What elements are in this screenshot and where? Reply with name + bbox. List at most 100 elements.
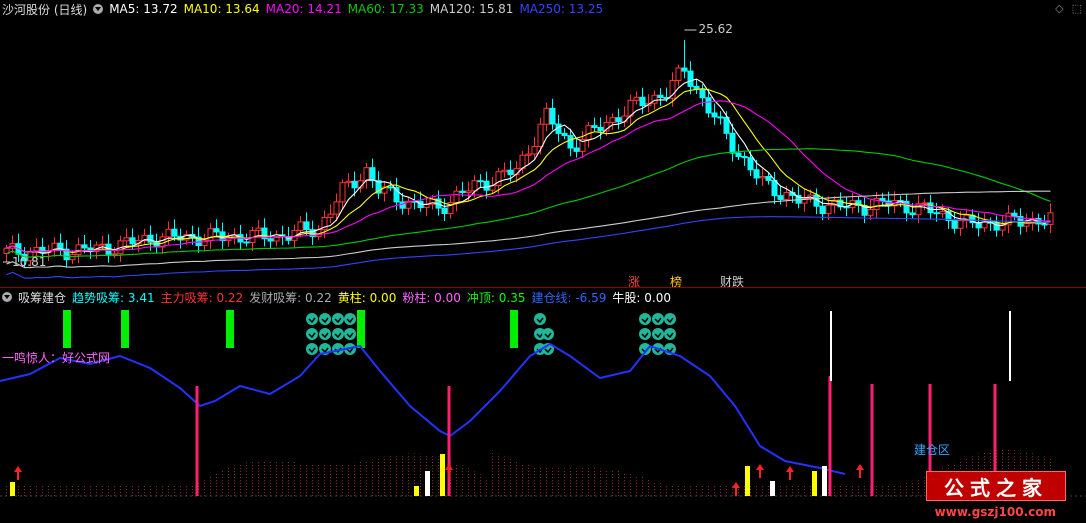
signal-circle-icon — [306, 343, 318, 355]
accumulation-line — [0, 342, 846, 475]
ma-legend-item: MA120: 15.81 — [429, 2, 514, 16]
indicator-legend: 趋势吸筹: 3.41 主力吸筹: 0.22 发财吸筹: 0.22 黄柱: 0.00 粉柱… — [72, 289, 677, 306]
up-arrow-icon — [786, 466, 794, 480]
candle — [561, 128, 568, 140]
candle — [867, 199, 874, 220]
bottom-bar — [425, 471, 430, 496]
indicator-title[interactable]: 吸筹建仓 — [18, 289, 66, 306]
candle — [993, 215, 1000, 237]
candle — [951, 211, 958, 234]
candle — [267, 231, 274, 249]
signal-circle-icon — [332, 313, 344, 325]
candle — [357, 173, 364, 193]
annotation-left: 一鸣惊人：好公式网 — [2, 350, 110, 365]
ma-legend-item: MA10: 13.64 — [183, 2, 260, 16]
green-bar — [357, 310, 365, 348]
candle — [381, 181, 388, 202]
candle — [903, 194, 910, 222]
ma5-line — [6, 78, 1051, 254]
signal-circle-icon — [306, 313, 318, 325]
indicator-circle-icon[interactable] — [2, 292, 12, 302]
candle — [141, 228, 148, 245]
signal-circle-icon — [639, 328, 651, 340]
indicator-legend-item: 建仓线: -6.59 — [531, 290, 607, 305]
candle — [9, 235, 16, 253]
stock-title[interactable]: 沙河股份 (日线) — [2, 1, 87, 18]
signal-circle-icon — [652, 313, 664, 325]
candle — [453, 185, 460, 212]
candle — [255, 220, 262, 236]
candle — [1029, 211, 1036, 231]
signal-circle-icon — [332, 328, 344, 340]
indicator-legend-item: 冲顶: 0.35 — [466, 290, 526, 305]
candle — [99, 235, 106, 251]
low-label: 10.81 — [12, 255, 46, 269]
candle — [681, 39, 688, 79]
candle — [987, 217, 994, 231]
candle — [1011, 209, 1018, 221]
candle — [759, 168, 766, 187]
candle — [801, 188, 808, 212]
candle — [369, 158, 376, 188]
candle — [213, 219, 220, 236]
candle — [435, 190, 442, 216]
candle — [375, 171, 382, 199]
candle — [741, 152, 748, 166]
candle — [231, 227, 238, 245]
candle — [657, 88, 664, 106]
indicator-legend-item: 趋势吸筹: 3.41 — [72, 290, 155, 305]
signal-circle-icon — [306, 328, 318, 340]
candle — [309, 220, 316, 245]
signal-circle-icon — [319, 328, 331, 340]
candle — [957, 211, 964, 236]
candle — [243, 233, 250, 247]
dropdown-circle-icon[interactable] — [93, 4, 104, 14]
diamond-icon[interactable]: ◇ — [1055, 2, 1063, 15]
signal-circle-icon — [319, 313, 331, 325]
candle — [363, 162, 370, 189]
candle — [771, 171, 778, 205]
indicator-chart[interactable]: 一鸣惊人：好公式网建仓区 — [0, 306, 1086, 523]
green-bar — [510, 310, 518, 348]
candle — [543, 102, 550, 132]
candle — [639, 87, 646, 114]
candle — [1005, 205, 1012, 234]
signal-circle-icon — [639, 313, 651, 325]
expand-icon[interactable]: ⬚ — [1072, 2, 1082, 15]
green-bar — [121, 310, 129, 348]
signal-circle-icon — [652, 328, 664, 340]
candle — [351, 171, 358, 197]
window-controls: ◇ ⬚ — [1055, 2, 1082, 15]
signal-circle-icon — [664, 313, 676, 325]
candle — [285, 226, 292, 245]
candle — [621, 106, 628, 128]
candle — [63, 240, 70, 268]
ma-legend-item: MA5: 13.72 — [109, 2, 178, 16]
indicator-legend-item: 粉柱: 0.00 — [402, 290, 461, 305]
candle — [609, 113, 616, 131]
candle — [591, 117, 598, 132]
candle — [201, 233, 208, 252]
candlestick-chart[interactable]: 25.62 10.81 — [0, 18, 1086, 288]
site-logo: 公式之家 — [926, 471, 1066, 501]
candle — [675, 64, 682, 87]
candle — [57, 233, 64, 256]
candle — [711, 103, 718, 125]
signal-circle-icon — [542, 328, 554, 340]
indicator-legend-item: 发财吸筹: 0.22 — [249, 290, 332, 305]
signal-circle-icon — [344, 313, 356, 325]
candle — [327, 204, 334, 224]
main-info-bar: 沙河股份 (日线) MA5: 13.72 MA10: 13.64 MA20: 14.… — [0, 0, 1086, 18]
ma-legend-item: MA60: 17.33 — [347, 2, 424, 16]
candle — [261, 218, 268, 247]
bottom-bar — [440, 454, 445, 496]
candle — [207, 223, 214, 249]
candle — [153, 233, 160, 253]
candle — [345, 173, 352, 188]
annotation-right: 建仓区 — [914, 443, 950, 457]
candle — [615, 108, 622, 130]
candle — [195, 227, 202, 253]
bottom-bar — [812, 471, 817, 496]
bottom-bar — [770, 481, 775, 496]
ma10-line — [6, 88, 1051, 254]
